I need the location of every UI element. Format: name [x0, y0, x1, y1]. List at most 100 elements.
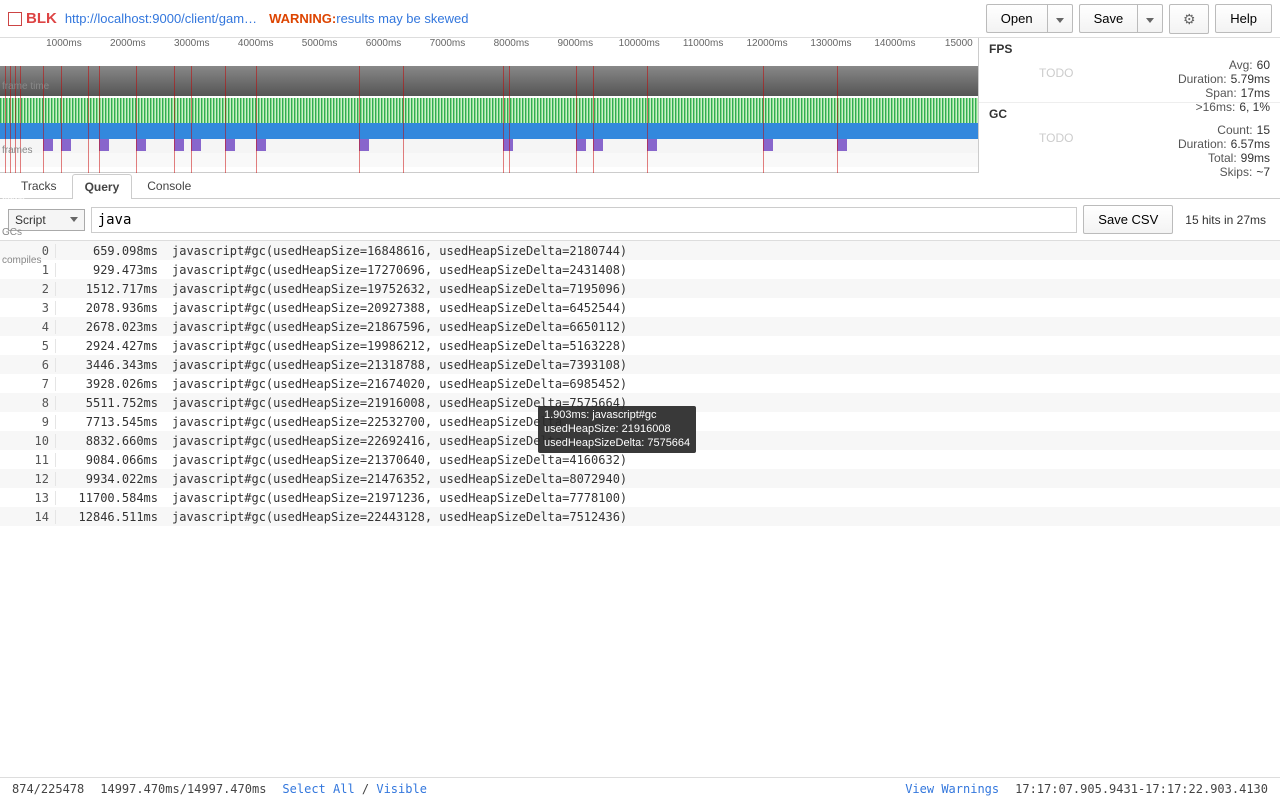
- save-csv-button[interactable]: Save CSV: [1083, 205, 1173, 234]
- save-button[interactable]: Save: [1079, 4, 1138, 33]
- row-index: 8: [0, 396, 56, 410]
- gc-title: GC: [989, 107, 1270, 121]
- gc-event-mark[interactable]: [576, 139, 586, 151]
- table-row[interactable]: 1412846.511msjavascript#gc(usedHeapSize=…: [0, 507, 1280, 526]
- row-index: 10: [0, 434, 56, 448]
- event-marker-line: [593, 66, 594, 173]
- event-marker-line: [503, 66, 504, 173]
- gc-event-mark[interactable]: [256, 139, 266, 151]
- row-index: 13: [0, 491, 56, 505]
- footer-timestamps: 17:17:07.905.9431-17:17:22.903.4130: [1015, 782, 1268, 796]
- table-row[interactable]: 1311700.584msjavascript#gc(usedHeapSize=…: [0, 488, 1280, 507]
- track-gcs[interactable]: GCs: [0, 139, 978, 153]
- table-row[interactable]: 21512.717msjavascript#gc(usedHeapSize=19…: [0, 279, 1280, 298]
- help-button[interactable]: Help: [1215, 4, 1272, 33]
- ruler-tick: 15000: [945, 38, 973, 49]
- row-time: 3928.026ms: [56, 377, 166, 391]
- status-bar: 874/225478 14997.470ms/14997.470ms Selec…: [0, 777, 1280, 800]
- track-frames[interactable]: frames: [0, 98, 978, 123]
- row-time: 2678.023ms: [56, 320, 166, 334]
- save-dropdown[interactable]: [1137, 4, 1163, 33]
- track-label: flows: [2, 195, 25, 206]
- track-frametime[interactable]: frame time: [0, 66, 978, 96]
- gc-event-mark[interactable]: [763, 139, 773, 151]
- table-row[interactable]: 42678.023msjavascript#gc(usedHeapSize=21…: [0, 317, 1280, 336]
- gc-todo: TODO: [1039, 131, 1073, 145]
- row-index: 4: [0, 320, 56, 334]
- view-warnings-link[interactable]: View Warnings: [905, 782, 999, 796]
- tab-console[interactable]: Console: [134, 173, 204, 198]
- gc-event-mark[interactable]: [359, 139, 369, 151]
- stats-panel: FPS TODO Avg:60 Duration:5.79ms Span:17m…: [978, 38, 1280, 173]
- event-marker-line: [61, 66, 62, 173]
- chevron-down-icon: [70, 217, 78, 222]
- open-button[interactable]: Open: [986, 4, 1047, 33]
- row-time: 5511.752ms: [56, 396, 166, 410]
- settings-button[interactable]: [1169, 4, 1209, 34]
- table-row[interactable]: 32078.936msjavascript#gc(usedHeapSize=20…: [0, 298, 1280, 317]
- gc-event-mark[interactable]: [136, 139, 146, 151]
- ruler-tick: 11000ms: [683, 38, 723, 49]
- gc-event-mark[interactable]: [593, 139, 603, 151]
- source-url[interactable]: http://localhost:9000/client/gam…: [65, 11, 257, 26]
- table-row[interactable]: 1929.473msjavascript#gc(usedHeapSize=172…: [0, 260, 1280, 279]
- event-marker-line: [225, 66, 226, 173]
- tab-query[interactable]: Query: [72, 174, 133, 199]
- row-description: javascript#gc(usedHeapSize=19752632, use…: [166, 282, 1280, 296]
- gc-event-mark[interactable]: [647, 139, 657, 151]
- row-description: javascript#gc(usedHeapSize=21867596, use…: [166, 320, 1280, 334]
- ruler-tick: 5000ms: [302, 38, 338, 49]
- ruler-tick: 3000ms: [174, 38, 210, 49]
- gc-event-mark[interactable]: [43, 139, 53, 151]
- row-description: javascript#gc(usedHeapSize=22692416, use…: [166, 434, 1280, 448]
- row-time: 9934.022ms: [56, 472, 166, 486]
- gc-event-mark[interactable]: [174, 139, 184, 151]
- row-index: 3: [0, 301, 56, 315]
- ruler-tick: 4000ms: [238, 38, 274, 49]
- results-table[interactable]: 0659.098msjavascript#gc(usedHeapSize=168…: [0, 241, 1280, 793]
- track-flows[interactable]: flows: [0, 123, 978, 139]
- select-visible-link[interactable]: Visible: [376, 782, 427, 796]
- gc-event-mark[interactable]: [99, 139, 109, 151]
- fps-title: FPS: [989, 42, 1270, 56]
- table-row[interactable]: 52924.427msjavascript#gc(usedHeapSize=19…: [0, 336, 1280, 355]
- table-row[interactable]: 63446.343msjavascript#gc(usedHeapSize=21…: [0, 355, 1280, 374]
- event-marker-line: [174, 66, 175, 173]
- open-dropdown[interactable]: [1047, 4, 1073, 33]
- row-time: 2924.427ms: [56, 339, 166, 353]
- gear-icon: [1182, 11, 1196, 25]
- timeline-panel[interactable]: 1000ms2000ms3000ms4000ms5000ms6000ms7000…: [0, 38, 1280, 173]
- event-marker-line: [576, 66, 577, 173]
- row-time: 9084.066ms: [56, 453, 166, 467]
- logo-checkbox[interactable]: [8, 12, 22, 26]
- warning-text[interactable]: results may be skewed: [336, 11, 468, 26]
- header-bar: BLK http://localhost:9000/client/gam… WA…: [0, 0, 1280, 38]
- gc-event-mark[interactable]: [837, 139, 847, 151]
- table-row[interactable]: 129934.022msjavascript#gc(usedHeapSize=2…: [0, 469, 1280, 488]
- hits-count: 15 hits in 27ms: [1179, 213, 1272, 227]
- gc-event-mark[interactable]: [225, 139, 235, 151]
- ruler-tick: 6000ms: [366, 38, 402, 49]
- gc-event-mark[interactable]: [191, 139, 201, 151]
- table-row[interactable]: 73928.026msjavascript#gc(usedHeapSize=21…: [0, 374, 1280, 393]
- row-time: 3446.343ms: [56, 358, 166, 372]
- row-time: 1512.717ms: [56, 282, 166, 296]
- select-all-link[interactable]: Select All: [282, 782, 354, 796]
- track-compiles[interactable]: compiles: [0, 153, 978, 167]
- row-description: javascript#gc(usedHeapSize=22443128, use…: [166, 510, 1280, 524]
- ruler-tick: 2000ms: [110, 38, 146, 49]
- row-index: 9: [0, 415, 56, 429]
- table-row[interactable]: 0659.098msjavascript#gc(usedHeapSize=168…: [0, 241, 1280, 260]
- query-input[interactable]: [91, 207, 1078, 233]
- row-description: javascript#gc(usedHeapSize=22532700, use…: [166, 415, 1280, 429]
- row-description: javascript#gc(usedHeapSize=21916008, use…: [166, 396, 1280, 410]
- fps-todo: TODO: [1039, 66, 1073, 80]
- hover-tooltip: 1.903ms: javascript#gc usedHeapSize: 219…: [538, 406, 696, 453]
- row-description: javascript#gc(usedHeapSize=21476352, use…: [166, 472, 1280, 486]
- ruler-tick: 9000ms: [557, 38, 593, 49]
- gc-event-mark[interactable]: [61, 139, 71, 151]
- row-time: 8832.660ms: [56, 434, 166, 448]
- footer-counts: 874/225478: [12, 782, 84, 796]
- row-index: 6: [0, 358, 56, 372]
- row-time: 659.098ms: [56, 244, 166, 258]
